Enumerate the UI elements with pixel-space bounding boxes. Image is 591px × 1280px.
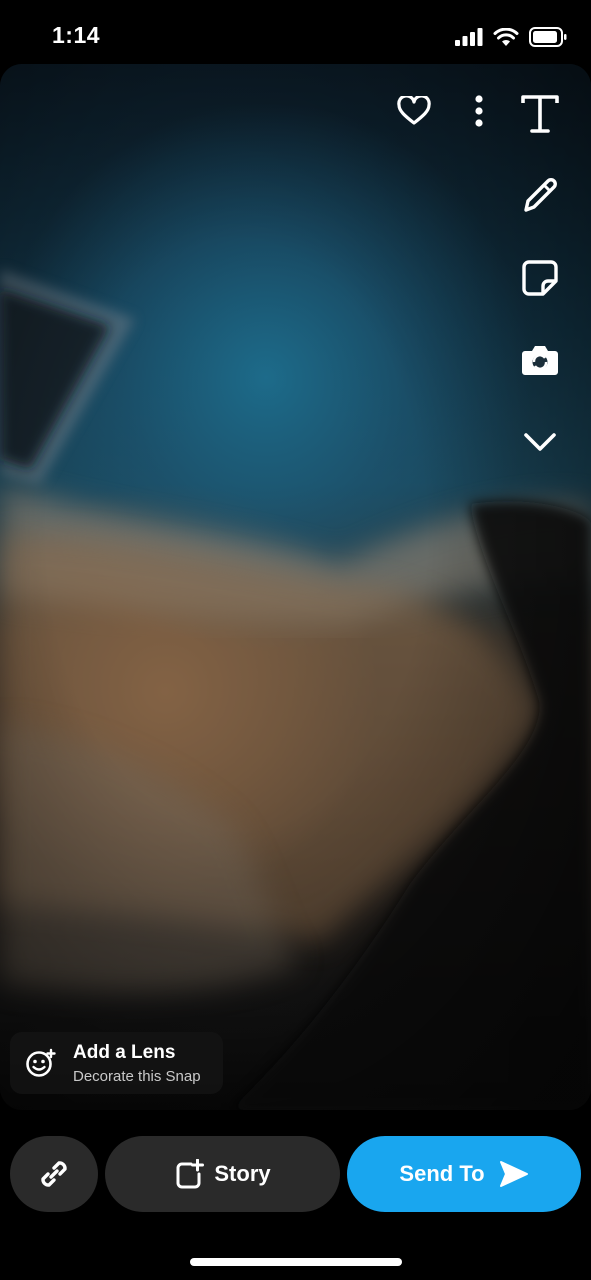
signal-icon <box>455 28 483 46</box>
send-arrow-icon <box>499 1161 528 1187</box>
snap-canvas[interactable] <box>0 64 591 1110</box>
chevron-down-icon[interactable] <box>518 420 562 464</box>
add-story-icon <box>176 1159 205 1189</box>
status-time: 1:14 <box>52 22 101 48</box>
status-icons <box>455 26 567 48</box>
sticker-icon[interactable] <box>518 256 562 300</box>
link-button[interactable] <box>10 1136 98 1212</box>
more-icon[interactable] <box>457 89 501 133</box>
home-indicator[interactable] <box>190 1258 402 1266</box>
camera-swap-icon[interactable] <box>518 338 562 382</box>
send-to-button[interactable]: Send To <box>347 1136 581 1212</box>
text-tool-icon[interactable] <box>518 92 562 136</box>
status-bar: 1:14 <box>0 0 591 64</box>
send-to-label: Send To <box>399 1161 485 1186</box>
lens-face-icon <box>26 1048 56 1077</box>
lens-title: Add a Lens <box>73 1042 176 1063</box>
link-icon <box>41 1161 67 1187</box>
canvas-vignette <box>0 64 591 1110</box>
story-label: Story <box>214 1161 271 1186</box>
story-button[interactable]: Story <box>105 1136 340 1212</box>
wifi-icon <box>493 27 519 46</box>
pencil-icon[interactable] <box>518 174 562 218</box>
heart-icon[interactable] <box>392 89 436 133</box>
battery-icon <box>529 27 567 47</box>
add-lens-button[interactable]: Add a Lens Decorate this Snap <box>10 1032 223 1094</box>
lens-subtitle: Decorate this Snap <box>73 1068 201 1085</box>
